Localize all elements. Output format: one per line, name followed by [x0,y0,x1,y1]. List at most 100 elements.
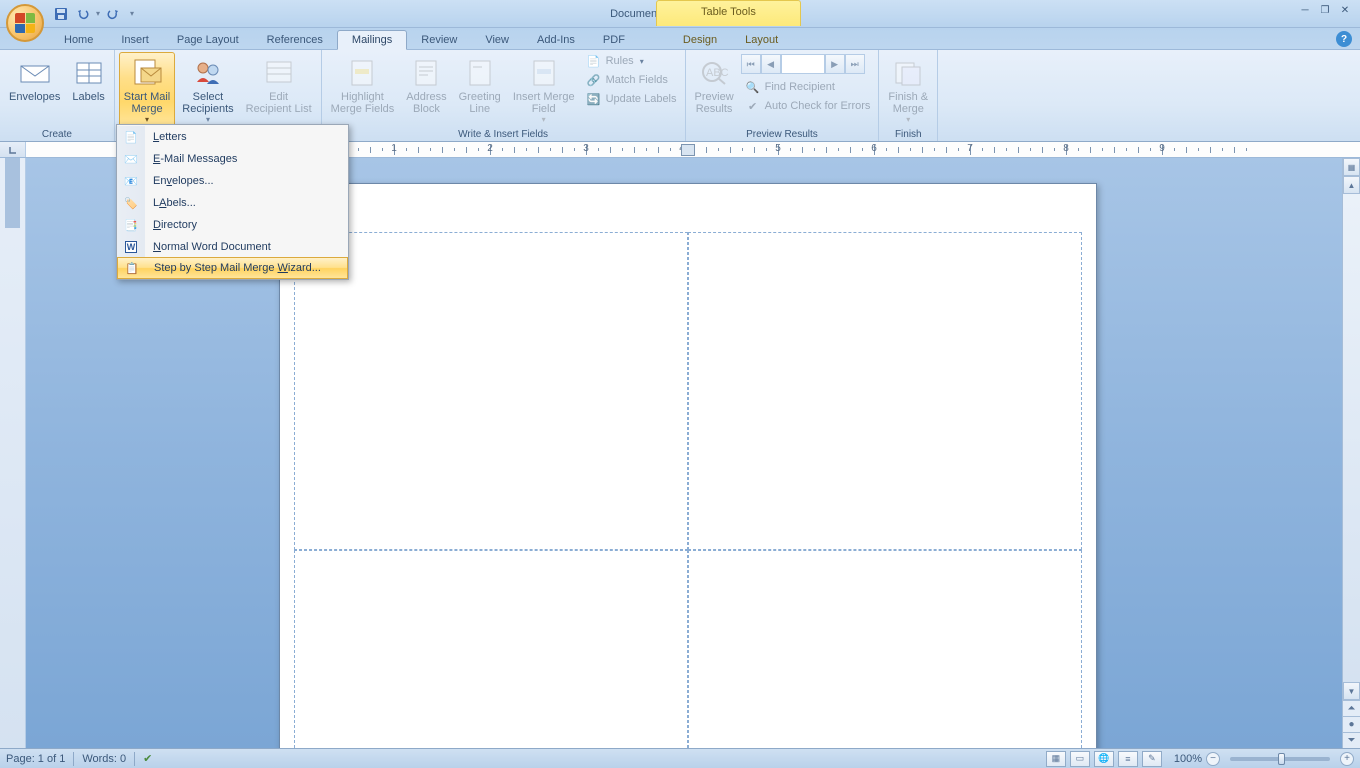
auto-check-errors-button: ✔Auto Check for Errors [741,97,875,115]
menu-letters[interactable]: 📄 Letters [117,126,348,148]
menu-labels[interactable]: 🏷️ LAbels... [117,192,348,214]
tab-layout[interactable]: Layout [731,31,792,49]
ruler-column-marker[interactable] [681,144,695,156]
menu-directory[interactable]: 📑 Directory [117,214,348,236]
zoom-in-button[interactable]: + [1340,752,1354,766]
menu-mail-merge-wizard[interactable]: 📋 Step by Step Mail Merge Wizard... [117,257,348,279]
first-record-button: ⏮ [741,54,761,74]
address-icon [410,57,442,89]
find-icon: 🔍 [745,79,761,95]
vertical-scrollbar[interactable]: ▦ ▲ ▼ ⏶ ● ⏷ [1342,158,1360,748]
word-icon: W [125,241,138,253]
contextual-tab-table-tools: Table Tools [656,0,801,26]
labels-icon: 🏷️ [124,197,138,210]
envelope-icon: 📧 [124,175,138,188]
restore-button[interactable]: ❐ [1316,3,1334,17]
help-icon[interactable]: ? [1336,31,1352,47]
menu-normal-word-document[interactable]: W Normal Word Document [117,236,348,258]
labels-button[interactable]: Labels [67,52,109,106]
next-record-button: ▶ [825,54,845,74]
envelope-icon [19,57,51,89]
recipients-icon [192,57,224,89]
tab-pdf[interactable]: PDF [589,31,639,49]
label-cell[interactable] [294,232,688,550]
minimize-button[interactable]: ─ [1296,3,1314,17]
office-logo-icon [15,13,35,33]
outline-view-button[interactable]: ≡ [1118,751,1138,767]
finish-merge-button: Finish & Merge ▾ [883,52,933,127]
last-record-button: ⏭ [845,54,865,74]
tab-insert[interactable]: Insert [107,31,163,49]
mail-merge-icon [131,57,163,89]
tab-home[interactable]: Home [50,31,107,49]
scroll-up-button[interactable]: ▲ [1343,176,1360,194]
next-page-button[interactable]: ⏷ [1343,732,1360,748]
insert-merge-field-button: Insert Merge Field ▾ [508,52,580,127]
tab-page-layout[interactable]: Page Layout [163,31,253,49]
preview-icon: ABC [698,57,730,89]
select-recipients-button[interactable]: Select Recipients ▾ [177,52,238,127]
update-labels-button: 🔄Update Labels [582,90,681,108]
undo-icon[interactable] [74,5,92,23]
print-layout-view-button[interactable]: ▦ [1046,751,1066,767]
tab-view[interactable]: View [471,31,523,49]
web-layout-view-button[interactable]: 🌐 [1094,751,1114,767]
proofing-icon[interactable]: ✔ [143,752,152,765]
group-preview-results: ABC Preview Results ⏮ ◀ ▶ ⏭ 🔍Find Recipi… [686,50,880,141]
highlight-merge-fields-button: Highlight Merge Fields [326,52,400,118]
full-screen-view-button[interactable]: ▭ [1070,751,1090,767]
tab-selector[interactable] [0,142,26,157]
menu-envelopes[interactable]: 📧 Envelopes... [117,170,348,192]
status-bar: Page: 1 of 1 Words: 0 ✔ ▦ ▭ 🌐 ≡ ✎ 100% −… [0,748,1360,768]
preview-results-button: ABC Preview Results [690,52,739,118]
redo-icon[interactable] [104,5,122,23]
tab-design[interactable]: Design [669,31,731,49]
email-icon: ✉️ [124,153,138,166]
title-bar: ▾ ▾ Document4 - Microsoft Word Table Too… [0,0,1360,28]
start-mail-merge-button[interactable]: Start Mail Merge ▾ [119,52,175,127]
record-number-input [781,54,825,74]
wizard-icon: 📋 [125,262,139,275]
zoom-slider[interactable] [1230,757,1330,761]
label-grid [294,232,1082,748]
page-indicator[interactable]: Page: 1 of 1 [6,753,65,765]
prev-record-button: ◀ [761,54,781,74]
browse-object-button[interactable]: ● [1343,716,1360,732]
zoom-out-button[interactable]: − [1206,752,1220,766]
envelopes-button[interactable]: Envelopes [4,52,65,106]
label-cell[interactable] [688,550,1082,748]
draft-view-button[interactable]: ✎ [1142,751,1162,767]
record-navigation: ⏮ ◀ ▶ ⏭ [741,54,875,74]
office-button[interactable] [6,4,44,42]
match-icon: 🔗 [586,72,602,88]
page[interactable] [279,183,1097,748]
check-icon: ✔ [745,98,761,114]
tab-references[interactable]: References [253,31,337,49]
close-button[interactable]: ✕ [1336,3,1354,17]
ribbon-tabs: Home Insert Page Layout References Maili… [0,28,1360,50]
edit-list-icon [263,57,295,89]
tab-mailings[interactable]: Mailings [337,30,407,50]
previous-page-button[interactable]: ⏶ [1343,700,1360,716]
rules-icon: 📄 [586,53,602,69]
merge-field-icon [528,57,560,89]
find-recipient-button: 🔍Find Recipient [741,78,875,96]
word-count[interactable]: Words: 0 [82,753,126,765]
label-cell[interactable] [688,232,1082,550]
labels-icon [73,57,105,89]
menu-email-messages[interactable]: ✉️ E-Mail Messages [117,148,348,170]
scroll-down-button[interactable]: ▼ [1343,682,1360,700]
label-cell[interactable] [294,550,688,748]
scroll-track[interactable] [1343,194,1360,682]
group-write-insert-fields: Highlight Merge Fields Address Block Gre… [322,50,686,141]
tab-review[interactable]: Review [407,31,471,49]
tab-add-ins[interactable]: Add-Ins [523,31,589,49]
greeting-line-button: Greeting Line [454,52,506,118]
address-block-button: Address Block [401,52,451,118]
highlight-icon [346,57,378,89]
zoom-level[interactable]: 100% [1174,753,1202,765]
ruler-toggle-icon[interactable]: ▦ [1343,158,1360,176]
directory-icon: 📑 [124,219,138,232]
rules-button: 📄Rules [582,52,681,70]
save-icon[interactable] [52,5,70,23]
